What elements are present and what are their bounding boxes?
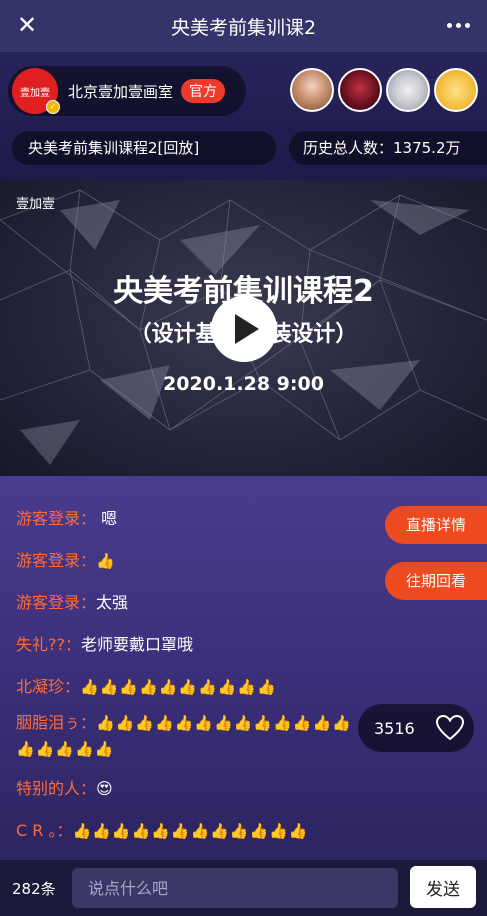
chat-text: 👍👍👍👍👍👍👍👍👍👍👍👍 bbox=[72, 822, 309, 840]
comment-count: 282条 bbox=[12, 879, 56, 898]
video-brand-text: 壹加壹 bbox=[16, 197, 56, 212]
studio-logo[interactable]: 壹加壹 ✓ bbox=[12, 68, 60, 114]
chat-username: 游客登录： bbox=[16, 593, 97, 612]
video-datetime: 2020.1.28 9:00 bbox=[163, 373, 324, 395]
chat-message: 游客登录：👍 bbox=[16, 542, 376, 584]
video-brand-logo: 壹加壹 bbox=[16, 198, 55, 211]
send-button[interactable]: 发送 bbox=[410, 866, 476, 908]
like-counter: 3516 bbox=[358, 704, 474, 752]
chat-message: 失礼??：老师要戴口罩哦 bbox=[16, 626, 376, 668]
chat-message: 北凝珍：👍👍👍👍👍👍👍👍👍👍 bbox=[16, 668, 376, 710]
viewer-avatars bbox=[290, 68, 478, 112]
chat-username: 游客登录： bbox=[16, 551, 97, 570]
viewer-avatar[interactable] bbox=[338, 68, 382, 112]
chat-username: 特别的人： bbox=[16, 779, 97, 798]
chat-text: 太强 bbox=[96, 593, 129, 612]
comment-input[interactable] bbox=[72, 868, 398, 908]
play-icon bbox=[235, 314, 259, 344]
chat-message: 特别的人：😍 bbox=[16, 770, 376, 812]
verified-icon: ✓ bbox=[46, 100, 60, 114]
viewer-avatar[interactable] bbox=[386, 68, 430, 112]
studio-name: 北京壹加壹画室 bbox=[68, 82, 174, 101]
chat-text: 👍 bbox=[96, 552, 116, 570]
page-title: 央美考前集训课2 bbox=[170, 16, 317, 39]
replay-title: 央美考前集训课程2[回放] bbox=[12, 131, 276, 165]
chat-message: 游客登录：太强 bbox=[16, 584, 376, 626]
viewer-avatar[interactable] bbox=[434, 68, 478, 112]
chat-message: 游客登录： 嗯 bbox=[16, 500, 376, 542]
history-viewer-count: 历史总人数：1375.2万 bbox=[289, 131, 487, 165]
chat-list: 游客登录： 嗯 游客登录：👍 游客登录：太强 失礼??：老师要戴口罩哦 北凝珍：… bbox=[16, 500, 376, 854]
chat-message: 胭脂泪ぅ：👍👍👍👍👍👍👍👍👍👍👍👍👍👍👍👍👍👍 bbox=[16, 710, 366, 762]
heart-icon[interactable] bbox=[426, 704, 474, 752]
official-badge: 官方 bbox=[181, 79, 226, 103]
viewer-avatar[interactable] bbox=[290, 68, 334, 112]
past-replay-button[interactable]: 往期回看 bbox=[385, 562, 487, 600]
chat-username: 北凝珍： bbox=[16, 677, 81, 696]
live-detail-button[interactable]: 直播详情 bbox=[385, 506, 487, 544]
play-button[interactable] bbox=[211, 296, 277, 362]
studio-info[interactable]: 壹加壹 ✓ 北京壹加壹画室 官方 bbox=[8, 66, 246, 116]
chat-username: 胭脂泪ぅ： bbox=[16, 713, 97, 732]
studio-logo-text: 壹加壹 bbox=[20, 87, 50, 99]
chat-username: C R 。： bbox=[16, 821, 73, 840]
top-nav-bar: ✕ 央美考前集训课2 bbox=[0, 0, 487, 52]
more-options-icon[interactable] bbox=[443, 12, 473, 38]
close-icon[interactable]: ✕ bbox=[14, 11, 40, 39]
chat-text: 老师要戴口罩哦 bbox=[81, 635, 194, 654]
chat-username: 游客登录： bbox=[16, 509, 97, 528]
chat-text: 👍👍👍👍👍👍👍👍👍👍 bbox=[80, 678, 277, 696]
chat-text: 😍 bbox=[96, 779, 113, 798]
chat-text: 嗯 bbox=[96, 509, 118, 528]
like-count: 3516 bbox=[374, 718, 415, 738]
chat-message: C R 。：👍👍👍👍👍👍👍👍👍👍👍👍 bbox=[16, 812, 376, 854]
chat-username: 失礼??： bbox=[16, 635, 81, 654]
